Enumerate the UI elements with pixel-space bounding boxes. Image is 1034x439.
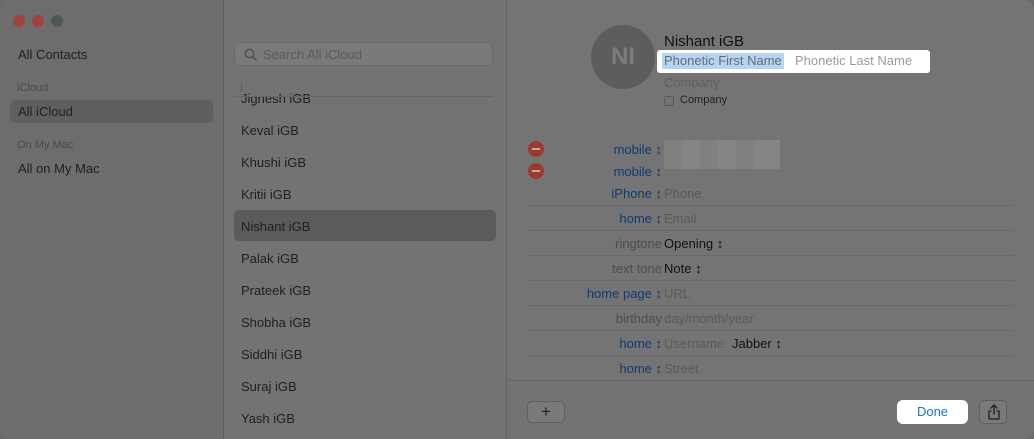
field-label-mobile[interactable]: mobile ↕: [614, 142, 662, 157]
company-checkbox-label: Company: [680, 94, 728, 106]
list-item-selected[interactable]: Nishant iGB: [241, 219, 310, 234]
redacted-phone-number: [664, 140, 780, 169]
zoom-button[interactable]: [51, 15, 63, 27]
search-icon: [244, 48, 257, 61]
phone-input[interactable]: Phone: [664, 186, 702, 201]
remove-field-button[interactable]: [528, 163, 544, 179]
list-item[interactable]: Siddhi iGB: [241, 347, 302, 362]
card-footer: + Done: [507, 380, 1034, 439]
avatar[interactable]: NI: [591, 25, 655, 89]
company-checkbox[interactable]: [664, 96, 674, 106]
sidebar-item-all-on-my-mac[interactable]: All on My Mac: [18, 161, 100, 176]
phonetic-last-name-input[interactable]: Phonetic Last Name: [795, 53, 912, 69]
field-label-mobile[interactable]: mobile ↕: [614, 164, 662, 179]
field-label-birthday: birthday: [615, 311, 662, 326]
field-label-email[interactable]: home ↕: [619, 211, 662, 226]
contacts-window: All Contacts iCloud All iCloud On My Mac…: [0, 0, 1034, 439]
birthday-input[interactable]: day/month/year: [664, 311, 754, 326]
list-item[interactable]: Khushi iGB: [241, 155, 306, 170]
row-divider: [527, 330, 1014, 331]
add-field-button[interactable]: +: [527, 401, 565, 423]
close-button[interactable]: [13, 15, 25, 27]
company-field[interactable]: Company: [664, 75, 720, 90]
street-input[interactable]: Street: [664, 361, 699, 376]
row-divider: [527, 305, 1014, 306]
field-label-ringtone: ringtone: [615, 236, 662, 251]
row-divider: [527, 230, 1014, 231]
url-input[interactable]: URL: [664, 286, 690, 301]
sidebar-item-all-contacts[interactable]: All Contacts: [18, 47, 87, 62]
list-divider: [234, 96, 493, 97]
list-item[interactable]: Jignesh iGB: [241, 91, 311, 106]
sidebar-heading-on-my-mac: On My Mac: [17, 139, 74, 151]
row-divider: [527, 255, 1014, 256]
row-divider: [527, 280, 1014, 281]
email-input[interactable]: Email: [664, 211, 697, 226]
phonetic-first-name-input[interactable]: Phonetic First Name: [662, 53, 784, 69]
sidebar-heading-icloud: iCloud: [17, 82, 49, 94]
list-item[interactable]: Prateek iGB: [241, 283, 311, 298]
field-label-text-tone: text tone: [612, 261, 662, 276]
share-button[interactable]: [979, 400, 1007, 424]
list-item[interactable]: Yash iGB: [241, 411, 295, 426]
row-divider: [527, 205, 1014, 206]
sidebar-item-all-icloud[interactable]: All iCloud: [18, 104, 73, 119]
list-item[interactable]: Palak iGB: [241, 251, 299, 266]
phonetic-name-field[interactable]: Phonetic First Name Phonetic Last Name: [657, 50, 930, 73]
share-icon: [988, 404, 1000, 420]
done-button[interactable]: Done: [897, 400, 968, 424]
field-label-address-home[interactable]: home ↕: [619, 361, 662, 376]
list-item[interactable]: Kritii iGB: [241, 187, 292, 202]
contact-list: Search All iCloud Jignesh iGB Keval iGB …: [225, 0, 507, 439]
search-field[interactable]: Search All iCloud: [234, 42, 493, 66]
traffic-lights: [13, 15, 63, 27]
minimize-button[interactable]: [32, 15, 44, 27]
list-item[interactable]: Keval iGB: [241, 123, 299, 138]
search-placeholder: Search All iCloud: [263, 47, 362, 62]
contact-name-field[interactable]: Nishant iGB: [664, 33, 744, 50]
list-item[interactable]: Shobha iGB: [241, 315, 311, 330]
im-service-select[interactable]: Jabber ↕: [732, 336, 782, 351]
row-divider: [527, 355, 1014, 356]
field-label-im-home[interactable]: home ↕: [619, 336, 662, 351]
contact-list-rows: Jignesh iGB Keval iGB Khushi iGB Kritii …: [225, 84, 507, 439]
sidebar: All Contacts iCloud All iCloud On My Mac…: [0, 0, 224, 439]
contact-card: NI Nishant iGB Phonetic First Name Phone…: [507, 0, 1034, 439]
remove-field-button[interactable]: [528, 141, 544, 157]
username-input[interactable]: Username: [664, 336, 724, 351]
list-item[interactable]: Suraj iGB: [241, 379, 297, 394]
field-label-home-page[interactable]: home page ↕: [587, 286, 662, 301]
field-label-iphone[interactable]: iPhone ↕: [611, 186, 662, 201]
ringtone-select[interactable]: Opening ↕: [664, 236, 723, 251]
text-tone-select[interactable]: Note ↕: [664, 261, 702, 276]
